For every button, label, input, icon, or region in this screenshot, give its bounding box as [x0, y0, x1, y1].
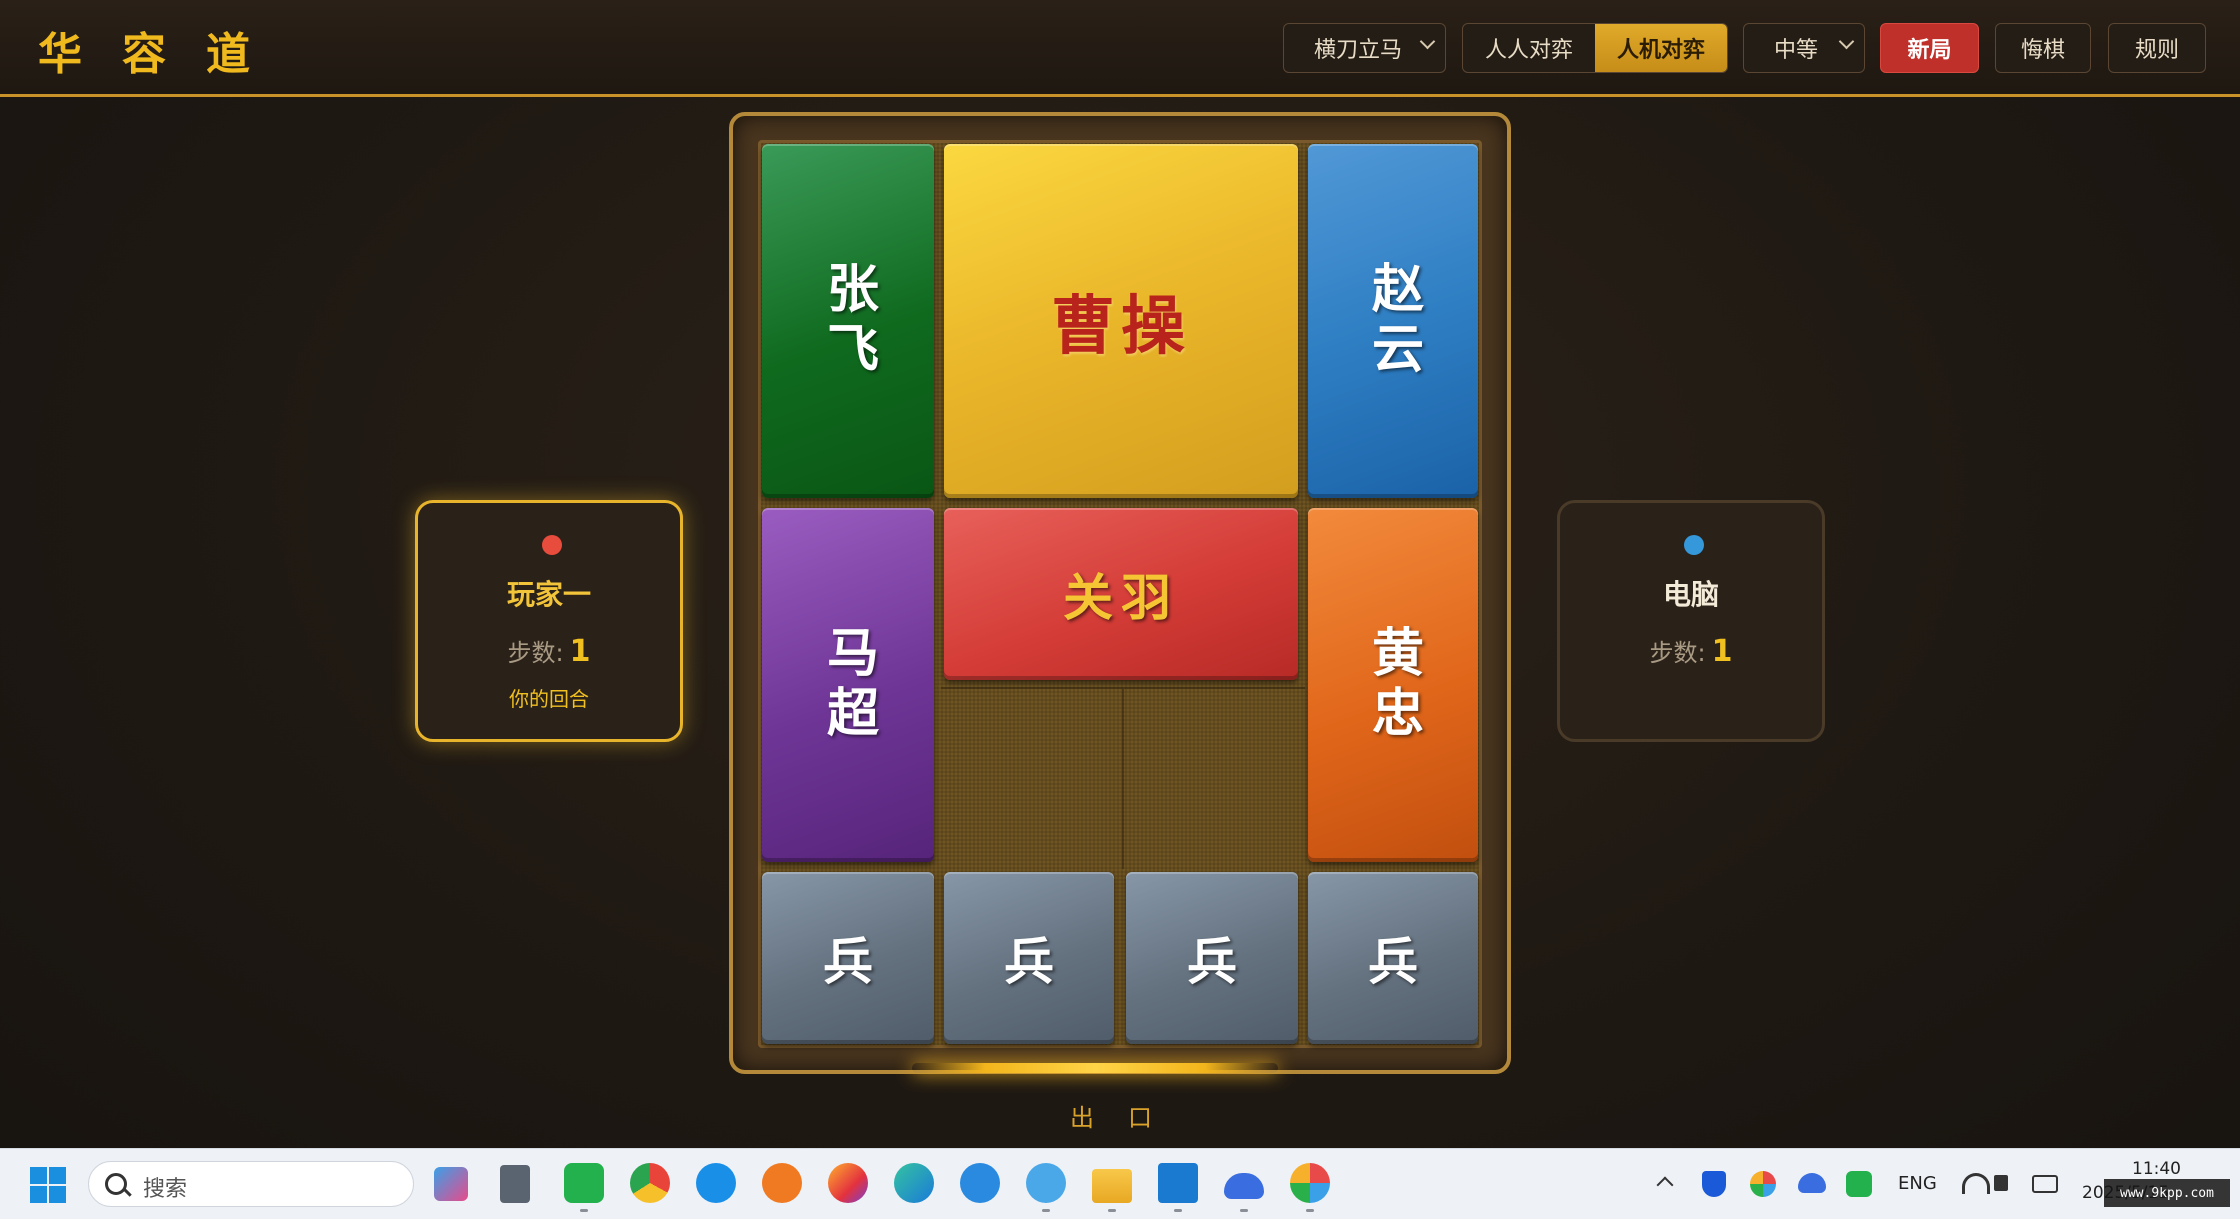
wechat-icon[interactable] [1846, 1171, 1872, 1197]
steps-count: 1 [569, 634, 591, 669]
taskbar: 搜索 ENG 11:40 2025/5/15 www.9kpp.com [0, 1148, 2240, 1219]
turn-indicator: 你的回合 [509, 687, 589, 711]
mode-pvp-button[interactable]: 人人对弈 [1463, 24, 1595, 72]
chevron-down-icon [1419, 33, 1436, 50]
piece-soldier[interactable]: 兵 [762, 872, 934, 1044]
chevron-up-icon[interactable] [1656, 1176, 1674, 1194]
app-icon[interactable] [1290, 1163, 1330, 1203]
running-indicator [1174, 1209, 1182, 1212]
calculator-icon[interactable] [500, 1165, 530, 1203]
piece-soldier[interactable]: 兵 [944, 872, 1114, 1044]
search-icon [105, 1173, 127, 1195]
steps-label: 步数: [507, 639, 564, 667]
firefox-icon[interactable] [828, 1163, 868, 1203]
search-placeholder: 搜索 [143, 1177, 188, 1202]
difficulty-select-value: 中等 [1774, 38, 1819, 63]
running-indicator [580, 1209, 588, 1212]
running-indicator [1306, 1209, 1314, 1212]
mode-pve-button[interactable]: 人机对弈 [1595, 24, 1727, 72]
volume-icon[interactable] [1994, 1175, 2008, 1191]
piece-guanyu[interactable]: 关羽 [944, 508, 1298, 680]
edge-icon[interactable] [894, 1163, 934, 1203]
rules-button[interactable]: 规则 [2108, 23, 2206, 73]
ie-icon[interactable] [960, 1163, 1000, 1203]
wifi-icon[interactable] [1962, 1173, 1990, 1194]
security-icon[interactable] [1702, 1171, 1726, 1197]
clock-time[interactable]: 11:40 [2132, 1159, 2181, 1179]
piece-machao[interactable]: 马超 [762, 508, 934, 862]
undo-button[interactable]: 悔棋 [1995, 23, 2091, 73]
app-icon[interactable] [1026, 1163, 1066, 1203]
player-one-indicator [542, 535, 562, 555]
cloud-icon[interactable] [1798, 1173, 1826, 1193]
chevron-down-icon [1838, 33, 1855, 50]
piece-zhangfei[interactable]: 张飞 [762, 144, 934, 498]
cloud-icon[interactable] [1224, 1173, 1264, 1199]
player-one-steps: 步数: 1 [418, 633, 680, 669]
piece-soldier[interactable]: 兵 [1126, 872, 1298, 1044]
running-indicator [1108, 1209, 1116, 1212]
computer-name: 电脑 [1662, 578, 1719, 611]
battery-icon[interactable] [2032, 1175, 2058, 1193]
grid-line [941, 687, 1305, 689]
difficulty-select[interactable]: 中等 [1743, 23, 1865, 73]
top-bar: 华容道 横刀立马 人人对弈 人机对弈 中等 新局 悔棋 规则 [0, 0, 2240, 97]
watermark: www.9kpp.com [2104, 1179, 2230, 1207]
wechat-icon[interactable] [564, 1163, 604, 1203]
computer-indicator [1684, 535, 1704, 555]
file-explorer-icon[interactable] [1092, 1169, 1132, 1203]
watermark-text: www.9kpp.com [2120, 1185, 2214, 1201]
grid-line [1122, 689, 1124, 869]
running-indicator [1240, 1209, 1248, 1212]
steps-label: 步数: [1649, 639, 1706, 667]
vs-code-icon[interactable] [1158, 1163, 1198, 1203]
piece-zhaoyun[interactable]: 赵云 [1308, 144, 1478, 498]
computer-steps: 步数: 1 [1560, 633, 1822, 669]
steps-count: 1 [1711, 634, 1733, 669]
taskbar-search[interactable]: 搜索 [88, 1161, 414, 1207]
running-indicator [1042, 1209, 1050, 1212]
app-title: 华容道 [38, 29, 290, 80]
app-icon[interactable] [762, 1163, 802, 1203]
mode-toggle: 人人对弈 人机对弈 [1462, 23, 1728, 73]
player-one-name: 玩家一 [506, 578, 591, 611]
exit-label: 出口 [1070, 1104, 1186, 1132]
computer-card: 电脑 步数: 1 [1557, 500, 1825, 742]
player-one-card: 玩家一 步数: 1 你的回合 [415, 500, 683, 742]
snipping-tool-icon[interactable] [434, 1167, 468, 1201]
windows-start-icon[interactable] [30, 1167, 66, 1203]
piece-soldier[interactable]: 兵 [1308, 872, 1478, 1044]
exit-marker [912, 1063, 1278, 1073]
new-game-button[interactable]: 新局 [1880, 23, 1979, 73]
layout-select[interactable]: 横刀立马 [1283, 23, 1446, 73]
piece-huangzhong[interactable]: 黄忠 [1308, 508, 1478, 862]
layout-select-value: 横刀立马 [1314, 38, 1403, 63]
chrome-icon[interactable] [630, 1163, 670, 1203]
language-indicator[interactable]: ENG [1898, 1173, 1937, 1194]
piece-caocao[interactable]: 曹操 [944, 144, 1298, 498]
browser-icon[interactable] [696, 1163, 736, 1203]
app-icon[interactable] [1750, 1171, 1776, 1197]
